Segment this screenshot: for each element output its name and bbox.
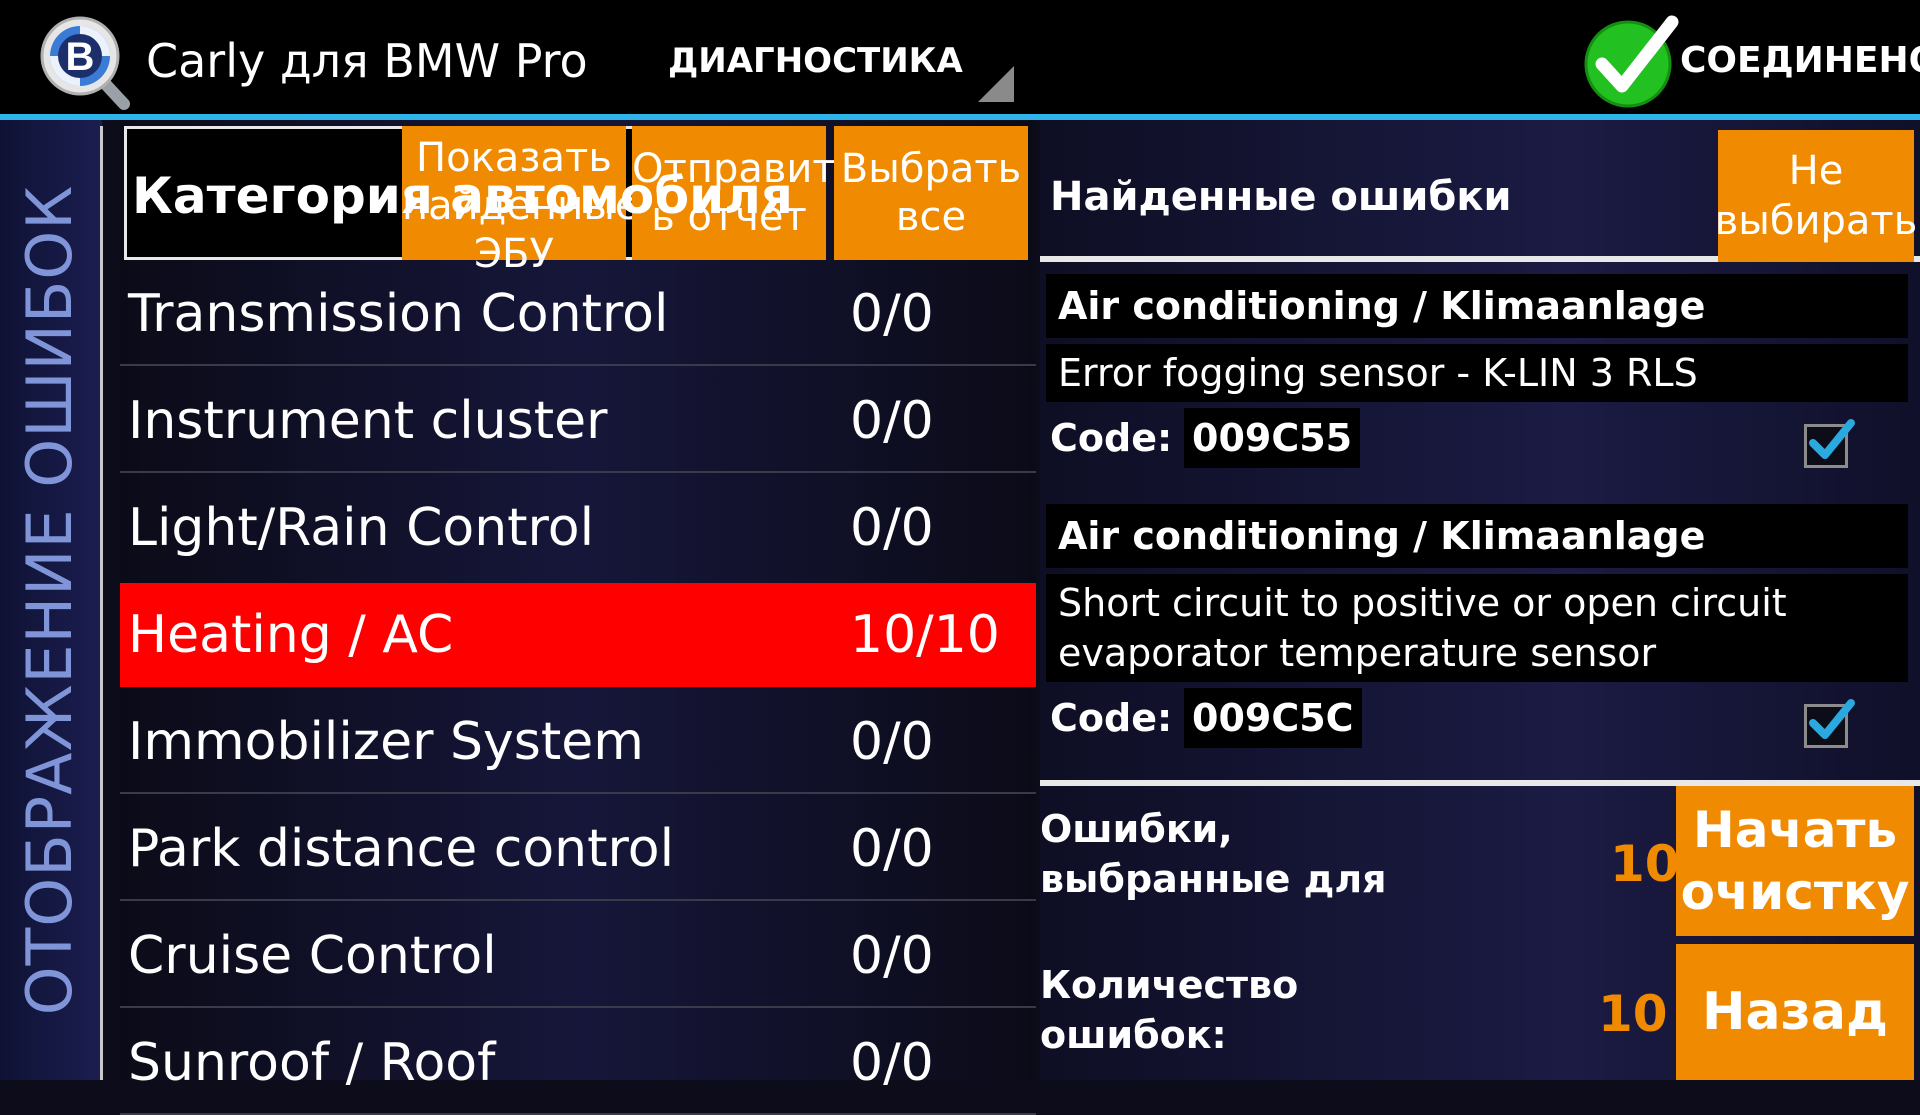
section-selector[interactable]: ДИАГНОСТИКА: [668, 38, 963, 84]
selected-errors-value: 10: [1610, 835, 1680, 893]
category-name: Park distance control: [128, 819, 675, 879]
category-row[interactable]: Sunroof / Roof 0/0: [120, 1011, 1036, 1115]
checkbox-checked-icon[interactable]: [1804, 699, 1855, 748]
error-description-box: Error fogging sensor - K-LIN 3 RLS: [1046, 344, 1908, 402]
error-code-label: Code:: [1050, 696, 1173, 740]
category-row[interactable]: Heating / AC 10/10: [120, 583, 1036, 687]
error-description-box: Short circuit to positive or open circui…: [1046, 574, 1908, 682]
category-error-count: 0/0: [850, 1033, 934, 1093]
selected-errors-label: Ошибки, выбранные для: [1040, 807, 1387, 901]
error-code: 009C55: [1184, 408, 1361, 468]
connected-checkmark-icon: [1584, 14, 1680, 110]
error-code: 009C5C: [1184, 688, 1362, 748]
row-separator: [120, 792, 1036, 794]
app-logo-icon[interactable]: B: [38, 14, 134, 110]
back-label: Назад: [1702, 982, 1888, 1042]
sidebar-divider: [100, 126, 103, 1080]
error-count-label: Количество ошибок:: [1040, 963, 1299, 1057]
category-row[interactable]: Transmission Control 0/0: [120, 262, 1036, 366]
category-name: Instrument cluster: [128, 391, 608, 451]
deselect-label: Не выбирать: [1714, 148, 1918, 244]
logo-letter: B: [66, 35, 95, 79]
row-separator: [120, 1006, 1036, 1008]
error-module-header: Air conditioning / Klimaanlage: [1046, 504, 1908, 568]
row-separator: [120, 899, 1036, 901]
app-title: Carly для BMW Pro: [146, 34, 588, 88]
select-all-button[interactable]: Выбрать все: [834, 126, 1028, 260]
error-count-value: 10: [1598, 985, 1668, 1043]
category-error-count: 0/0: [850, 391, 934, 451]
category-row[interactable]: Instrument cluster 0/0: [120, 369, 1036, 473]
checkbox-checked-icon[interactable]: [1804, 419, 1855, 468]
error-card: Air conditioning / Klimaanlage Error fog…: [1046, 274, 1908, 484]
row-separator: [120, 471, 1036, 473]
error-card: Air conditioning / Klimaanlage Short cir…: [1046, 504, 1908, 764]
category-name: Transmission Control: [128, 284, 669, 344]
category-error-count: 0/0: [850, 926, 934, 986]
error-description: Error fogging sensor - K-LIN 3 RLS: [1058, 351, 1698, 395]
category-name: Cruise Control: [128, 926, 497, 986]
select-all-label: Выбрать все: [840, 146, 1022, 240]
error-code-label: Code:: [1050, 416, 1173, 460]
category-row[interactable]: Immobilizer System 0/0: [120, 690, 1036, 794]
category-error-count: 0/0: [850, 284, 934, 344]
error-description: Short circuit to positive or open circui…: [1058, 581, 1787, 675]
error-module: Air conditioning / Klimaanlage: [1058, 284, 1706, 328]
error-module: Air conditioning / Klimaanlage: [1058, 514, 1706, 558]
category-error-count: 0/0: [850, 819, 934, 879]
category-title: Категория автомобиля: [132, 167, 793, 225]
category-name: Heating / AC: [128, 605, 454, 665]
error-module-header: Air conditioning / Klimaanlage: [1046, 274, 1908, 338]
category-error-count: 10/10: [850, 605, 1000, 665]
category-row[interactable]: Cruise Control 0/0: [120, 904, 1036, 1008]
dropdown-triangle-icon[interactable]: [978, 66, 1014, 102]
category-row[interactable]: Light/Rain Control 0/0: [120, 476, 1036, 580]
category-error-count: 0/0: [850, 712, 934, 772]
found-errors-title: Найденные ошибки: [1050, 174, 1512, 220]
start-clearing-button[interactable]: Начать очистку: [1676, 786, 1914, 936]
category-name: Immobilizer System: [128, 712, 644, 772]
category-row[interactable]: Park distance control 0/0: [120, 797, 1036, 901]
category-error-count: 0/0: [850, 498, 934, 558]
connection-status-text: СОЕДИНЕНО: [1680, 40, 1920, 81]
category-name: Sunroof / Roof: [128, 1033, 496, 1093]
category-name: Light/Rain Control: [128, 498, 595, 558]
vertical-page-title: ОТОБРАЖЕНИЕ ОШИБОК: [13, 184, 86, 1016]
back-button[interactable]: Назад: [1676, 944, 1914, 1080]
start-clearing-label: Начать очистку: [1680, 801, 1910, 921]
deselect-button[interactable]: Не выбирать: [1715, 130, 1917, 262]
row-separator: [120, 364, 1036, 366]
